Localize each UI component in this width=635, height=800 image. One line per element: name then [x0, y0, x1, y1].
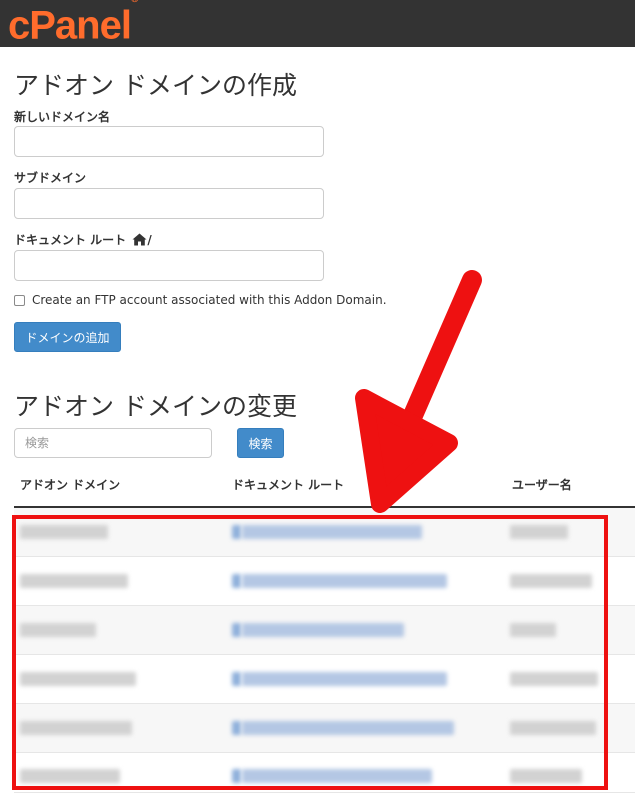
annotation-arrow: [355, 270, 482, 513]
